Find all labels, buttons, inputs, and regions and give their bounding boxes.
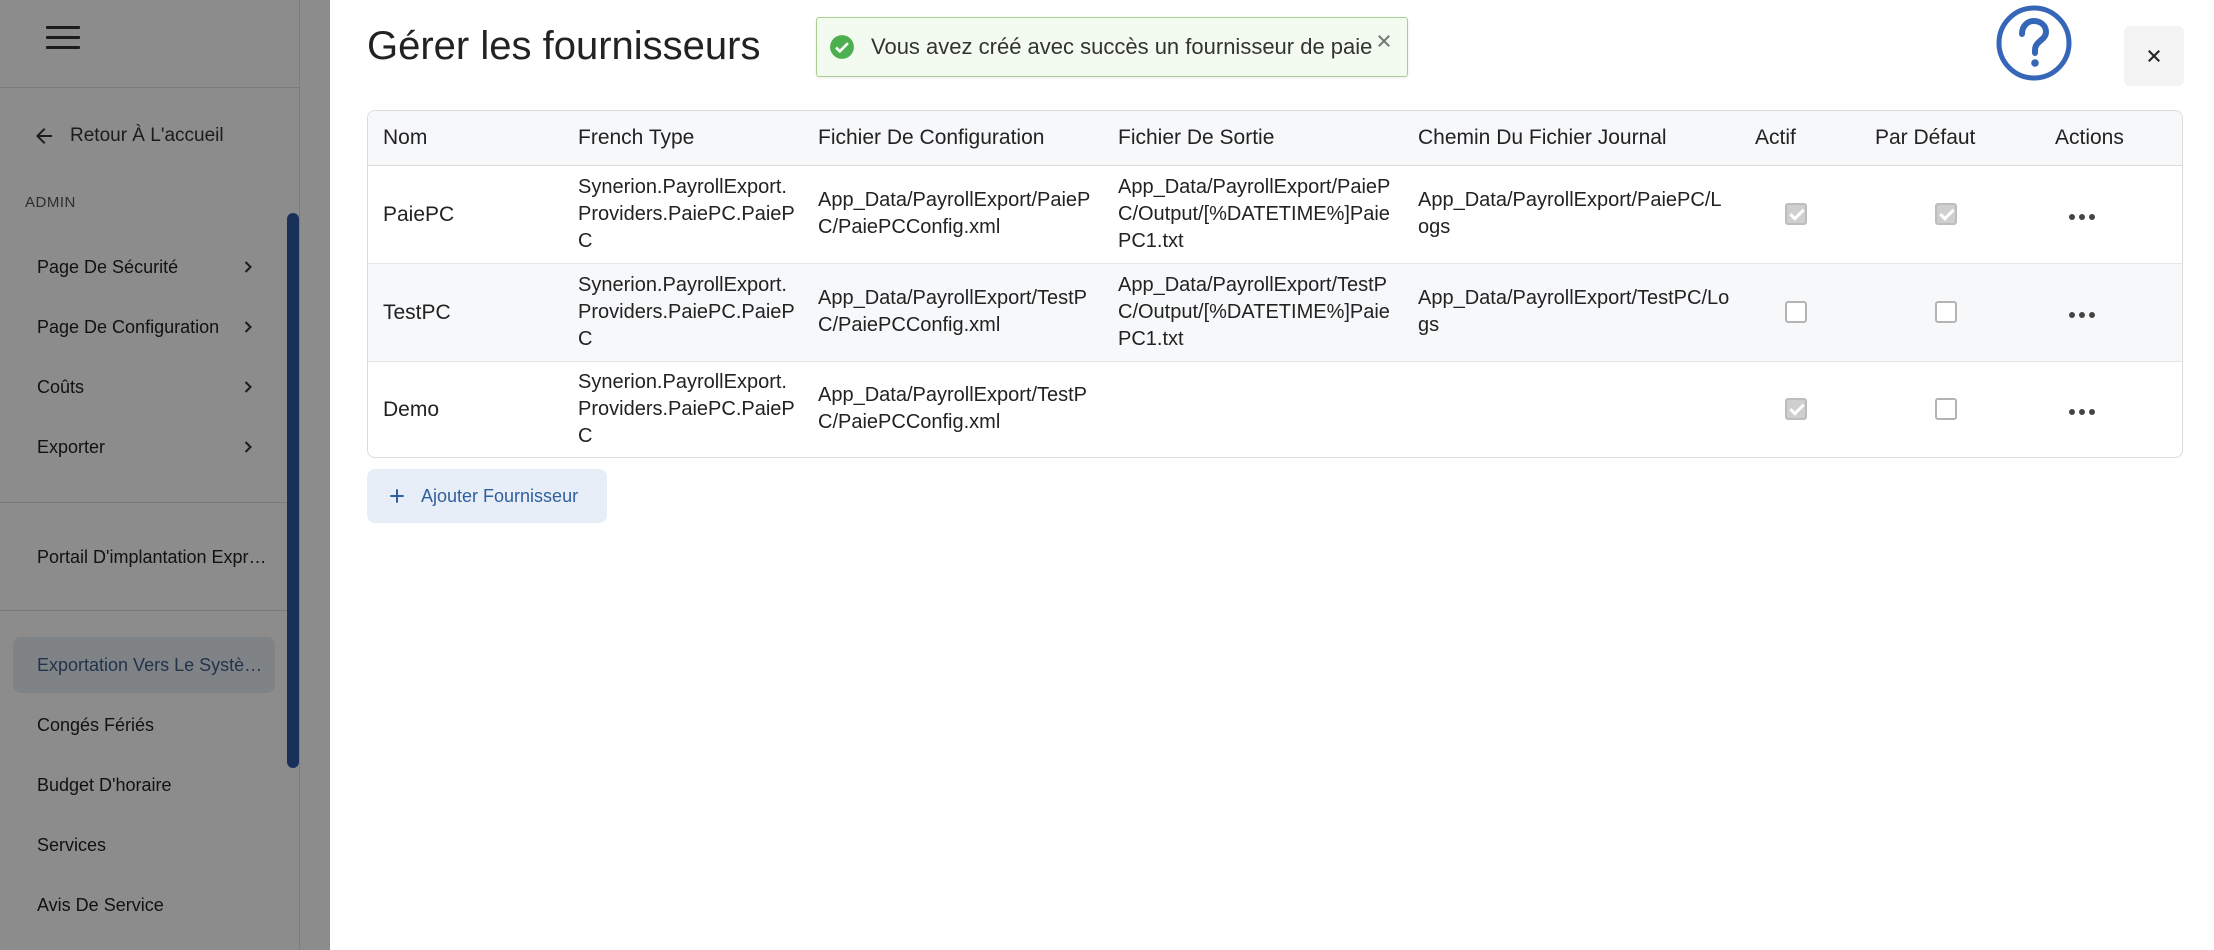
column-header-output[interactable]: Fichier De Sortie: [1103, 111, 1403, 166]
more-horizontal-icon[interactable]: [2069, 311, 2095, 318]
cell-output: App_Data/PayrollExport/PaiePC/Output/[%D…: [1118, 175, 1391, 252]
active-checkbox: [1785, 398, 1807, 421]
cell-config: App_Data/PayrollExport/PaiePC/PaiePCConf…: [818, 189, 1091, 238]
success-toast: Vous avez créé avec succès un fournisseu…: [816, 17, 1408, 77]
close-icon[interactable]: [1375, 32, 1393, 50]
toast-message: Vous avez créé avec succès un fournisseu…: [871, 34, 1373, 59]
close-icon: [2148, 50, 2160, 62]
providers-table: Nom French Type Fichier De Configuration…: [367, 110, 2183, 458]
cell-log: App_Data/PayrollExport/TestPC/Logs: [1418, 287, 1730, 336]
default-checkbox: [1935, 301, 1957, 324]
table-row[interactable]: TestPC Synerion.PayrollExport.Providers.…: [368, 263, 2182, 361]
cell-log: App_Data/PayrollExport/PaiePC/Logs: [1418, 189, 1722, 238]
cell-config: App_Data/PayrollExport/TestPC/PaiePCConf…: [818, 287, 1088, 336]
more-horizontal-icon[interactable]: [2069, 213, 2095, 220]
close-modal-button[interactable]: [2124, 26, 2184, 86]
manage-providers-modal: Gérer les fournisseurs Vous avez créé av…: [330, 0, 2214, 950]
cell-type: Synerion.PayrollExport.Providers.PaiePC.…: [578, 273, 795, 350]
more-horizontal-icon[interactable]: [2069, 408, 2095, 415]
table-row[interactable]: Demo Synerion.PayrollExport.Providers.Pa…: [368, 361, 2182, 457]
column-header-default[interactable]: Par Défaut: [1860, 111, 2040, 166]
cell-type: Synerion.PayrollExport.Providers.PaiePC.…: [578, 175, 795, 252]
add-provider-button[interactable]: Ajouter Fournisseur: [367, 469, 607, 523]
column-header-config[interactable]: Fichier De Configuration: [803, 111, 1103, 166]
cell-config: App_Data/PayrollExport/TestPC/PaiePCConf…: [818, 384, 1088, 434]
table-row[interactable]: PaiePC Synerion.PayrollExport.Providers.…: [368, 165, 2182, 263]
default-checkbox: [1935, 203, 1957, 226]
table-header-row: Nom French Type Fichier De Configuration…: [368, 111, 2182, 166]
help-circle-icon[interactable]: [1995, 4, 2073, 82]
active-checkbox: [1785, 203, 1807, 226]
plus-icon: [390, 489, 404, 503]
page-title: Gérer les fournisseurs: [367, 24, 761, 68]
cell-name: TestPC: [383, 300, 451, 324]
add-provider-label: Ajouter Fournisseur: [421, 485, 579, 506]
modal-backdrop[interactable]: [0, 0, 330, 950]
column-header-log[interactable]: Chemin Du Fichier Journal: [1403, 111, 1740, 166]
active-checkbox: [1785, 301, 1807, 324]
column-header-actions: Actions: [2040, 111, 2182, 166]
check-circle-icon: [830, 35, 854, 59]
cell-name: Demo: [383, 397, 440, 421]
cell-type: Synerion.PayrollExport.Providers.PaiePC.…: [578, 370, 795, 447]
cell-log: [1403, 361, 1740, 457]
cell-output: [1103, 361, 1403, 457]
column-header-type[interactable]: French Type: [563, 111, 803, 166]
column-header-name[interactable]: Nom: [368, 111, 563, 166]
cell-name: PaiePC: [383, 202, 455, 226]
cell-output: App_Data/PayrollExport/TestPC/Output/[%D…: [1118, 273, 1390, 350]
column-header-active[interactable]: Actif: [1740, 111, 1860, 166]
default-checkbox: [1935, 398, 1957, 421]
